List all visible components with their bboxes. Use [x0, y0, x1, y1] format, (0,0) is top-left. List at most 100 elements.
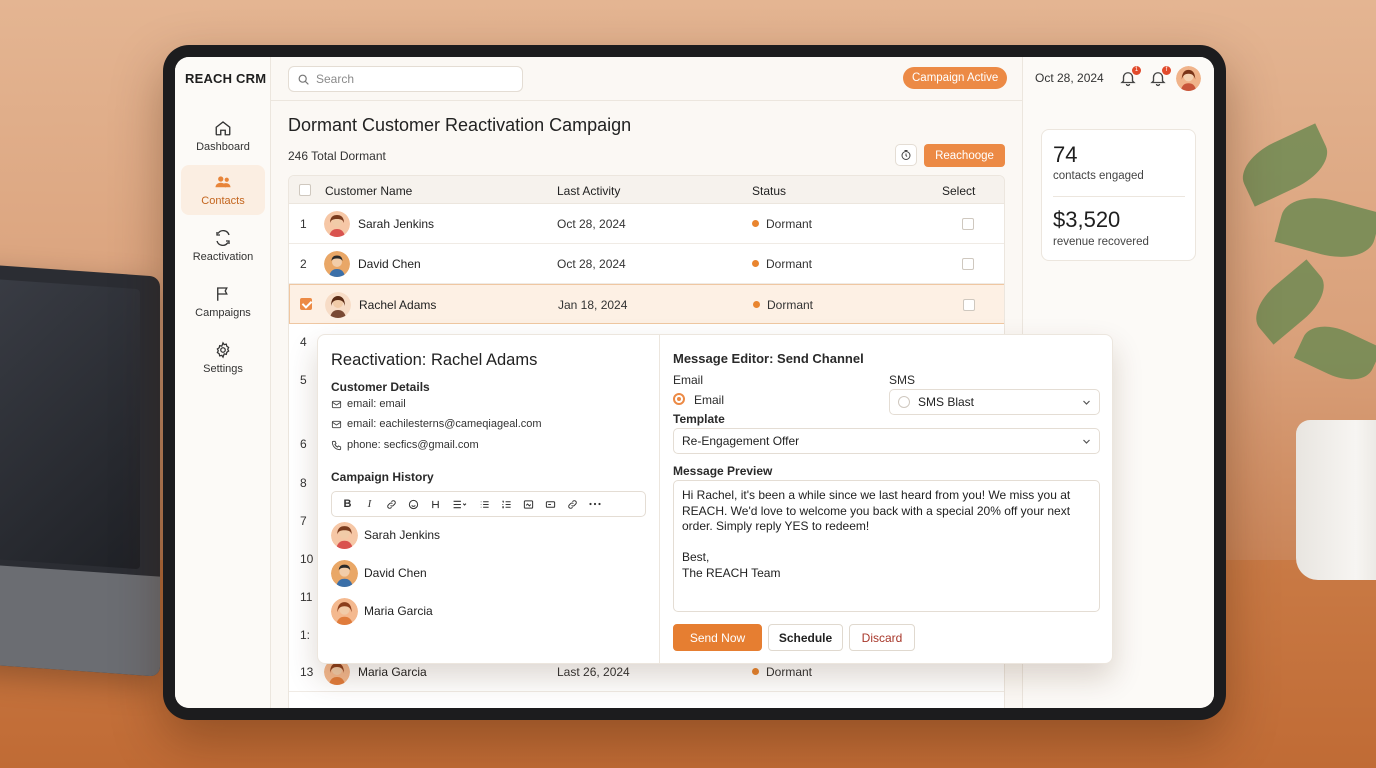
- plant-leaf: [1274, 188, 1376, 267]
- sms-select[interactable]: SMS Blast: [889, 389, 1100, 415]
- total-dormant-count: 246 Total Dormant: [288, 149, 386, 163]
- history-name: David Chen: [364, 566, 427, 580]
- search-bar[interactable]: [288, 66, 523, 92]
- template-select[interactable]: Re-Engagement Offer: [673, 428, 1100, 454]
- flag-icon: [217, 287, 228, 301]
- notification-button[interactable]: 1: [1119, 66, 1141, 87]
- numbered-list-button[interactable]: [497, 495, 516, 513]
- plant-pot: [1296, 420, 1376, 580]
- sidebar-item-settings[interactable]: Settings: [181, 333, 265, 383]
- italic-button[interactable]: I: [360, 495, 379, 513]
- image-button[interactable]: [519, 495, 538, 513]
- sms-select-value: SMS Blast: [918, 395, 975, 409]
- table-row-selected[interactable]: Rachel Adams Jan 18, 2024 Dormant: [289, 284, 1004, 324]
- chevron-down-icon: [1083, 439, 1090, 444]
- link-button[interactable]: [382, 495, 401, 513]
- plant-leaf: [1293, 316, 1376, 390]
- avatar: [324, 211, 350, 237]
- topbar-divider: [271, 100, 1022, 101]
- emoji-icon: [408, 499, 419, 509]
- customer-name: Maria Garcia: [358, 665, 427, 679]
- user-avatar[interactable]: [1176, 66, 1201, 91]
- mail-icon: [331, 420, 342, 428]
- row-number: 4: [300, 335, 307, 349]
- card-button[interactable]: [541, 495, 560, 513]
- column-header-name: Customer Name: [325, 184, 413, 198]
- attach-button[interactable]: [563, 495, 582, 513]
- message-preview-textarea[interactable]: Hi Rachel, it's been a while since we la…: [673, 480, 1100, 612]
- background-laptop: [0, 263, 160, 677]
- avatar: [324, 251, 350, 277]
- sms-radio[interactable]: [898, 396, 910, 408]
- table-row[interactable]: 2 David Chen Oct 28, 2024 Dormant: [289, 244, 1004, 284]
- row-number: 10: [300, 552, 314, 566]
- column-header-select: Select: [942, 184, 976, 198]
- table-row[interactable]: 1 Sarah Jenkins Oct 28, 2024 Dormant: [289, 204, 1004, 244]
- emoji-button[interactable]: [404, 495, 423, 513]
- send-now-button[interactable]: Send Now: [673, 624, 762, 651]
- row-number: 6: [300, 437, 307, 451]
- campaign-history-heading: Campaign History: [331, 470, 434, 484]
- history-item[interactable]: Sarah Jenkins: [331, 521, 440, 549]
- avatar: [331, 521, 358, 549]
- sidebar-item-contacts[interactable]: Contacts: [181, 165, 265, 215]
- history-item[interactable]: Maria Garcia: [331, 597, 433, 625]
- last-activity: Oct 28, 2024: [557, 257, 626, 271]
- message-editor-pane: Message Editor: Send Channel Email Email…: [660, 335, 1112, 663]
- attach-icon: [568, 499, 577, 509]
- engaged-count: 74: [1053, 142, 1078, 167]
- timer-button[interactable]: [895, 144, 917, 166]
- sidebar-item-dashboard[interactable]: Dashboard: [181, 111, 265, 161]
- detail-phone: phone: secfics@gmail.com: [331, 439, 479, 451]
- history-item[interactable]: David Chen: [331, 559, 427, 587]
- message-editor-title: Message Editor: Send Channel: [673, 351, 864, 366]
- row-number: 5: [300, 373, 307, 387]
- row-checkbox[interactable]: [962, 218, 974, 230]
- sidebar-item-campaigns[interactable]: Campaigns: [181, 277, 265, 327]
- align-icon: [453, 500, 467, 508]
- sidebar-item-label: Reactivation: [192, 251, 254, 263]
- search-icon: [298, 74, 309, 85]
- sidebar-item-label: Dashboard: [196, 141, 250, 153]
- sidebar-item-reactivation[interactable]: Reactivation: [181, 221, 265, 271]
- customer-name: Sarah Jenkins: [358, 217, 435, 231]
- search-input[interactable]: [316, 72, 506, 86]
- row-checkbox[interactable]: [962, 258, 974, 270]
- customer-details-pane: Reactivation: Rachel Adams Customer Deta…: [318, 335, 660, 663]
- bullet-list-button[interactable]: [475, 495, 494, 513]
- numbered-list-icon: [502, 500, 511, 508]
- alerts-button[interactable]: f: [1149, 66, 1171, 87]
- reach-button[interactable]: Reachooge: [924, 144, 1005, 167]
- page-title: Dormant Customer Reactivation Campaign: [288, 115, 632, 135]
- discard-button[interactable]: Discard: [849, 624, 915, 651]
- column-header-activity: Last Activity: [557, 184, 621, 198]
- email-radio[interactable]: [673, 393, 685, 405]
- timer-icon: [901, 150, 911, 160]
- sidebar: REACH CRM Dashboard Contacts Reactivatio…: [175, 57, 271, 708]
- status-badge: Dormant: [752, 665, 812, 679]
- select-all-checkbox[interactable]: [299, 184, 311, 196]
- stats-card: 74 contacts engaged $3,520 revenue recov…: [1041, 129, 1196, 261]
- phone-icon: [331, 440, 342, 450]
- sms-channel-label: SMS: [889, 373, 916, 387]
- notification-badge: 1: [1132, 66, 1141, 75]
- row-number: 7: [300, 514, 307, 528]
- template-select-value: Re-Engagement Offer: [682, 434, 800, 448]
- bold-button[interactable]: B: [338, 495, 357, 513]
- more-button[interactable]: [585, 495, 604, 513]
- campaign-status-pill: Campaign Active: [903, 67, 1008, 89]
- row-number: 8: [300, 476, 307, 490]
- row-checkbox[interactable]: [963, 299, 975, 311]
- history-name: Sarah Jenkins: [364, 528, 441, 542]
- revenue-label: revenue recovered: [1053, 236, 1149, 248]
- avatar: [331, 597, 358, 625]
- heading-button[interactable]: [426, 495, 445, 513]
- history-name: Maria Garcia: [364, 604, 433, 618]
- align-dropdown[interactable]: [448, 495, 472, 513]
- chevron-down-icon: [1083, 400, 1090, 405]
- schedule-button[interactable]: Schedule: [768, 624, 843, 651]
- popover-title: Reactivation: Rachel Adams: [331, 351, 538, 369]
- sidebar-item-label: Campaigns: [195, 307, 251, 319]
- row-checkbox-checked[interactable]: [300, 298, 312, 310]
- engaged-label: contacts engaged: [1053, 170, 1144, 182]
